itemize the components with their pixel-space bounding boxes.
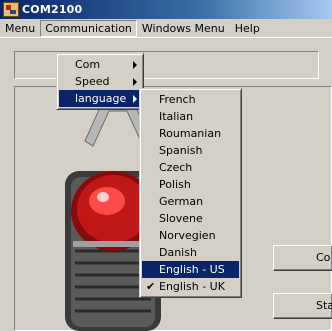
language-item-english-us[interactable]: English - US xyxy=(142,261,239,278)
language-item-spanish[interactable]: Spanish xyxy=(142,142,239,159)
title-bar[interactable]: COM2100 xyxy=(0,0,332,19)
app-icon xyxy=(3,2,19,17)
menu-communication[interactable]: Communication xyxy=(40,19,137,37)
menu-help[interactable]: Help xyxy=(230,20,265,37)
submenu-arrow-icon xyxy=(133,95,137,103)
language-menu: French Italian Roumanian Spanish Czech P… xyxy=(139,88,242,298)
menu-item-com[interactable]: Com xyxy=(59,56,141,73)
language-item-czech[interactable]: Czech xyxy=(142,159,239,176)
language-item-italian[interactable]: Italian xyxy=(142,108,239,125)
window-title: COM2100 xyxy=(22,3,83,16)
menu-menu[interactable]: Menu xyxy=(0,20,40,37)
language-item-english-uk[interactable]: ✔ English - UK xyxy=(142,278,239,295)
communication-menu: Com Speed language xyxy=(56,53,144,110)
menu-item-speed[interactable]: Speed xyxy=(59,73,141,90)
language-item-danish[interactable]: Danish xyxy=(142,244,239,261)
start-button[interactable]: Sta xyxy=(273,293,332,319)
language-item-slovene[interactable]: Slovene xyxy=(142,210,239,227)
language-item-polish[interactable]: Polish xyxy=(142,176,239,193)
menu-item-language[interactable]: language xyxy=(59,90,141,107)
language-item-norvegien[interactable]: Norvegien xyxy=(142,227,239,244)
submenu-arrow-icon xyxy=(133,78,137,86)
connect-button[interactable]: Co xyxy=(273,245,332,271)
language-item-german[interactable]: German xyxy=(142,193,239,210)
language-item-french[interactable]: French xyxy=(142,91,239,108)
checkmark-icon: ✔ xyxy=(146,280,156,293)
language-item-roumanian[interactable]: Roumanian xyxy=(142,125,239,142)
submenu-arrow-icon xyxy=(133,61,137,69)
menu-windows[interactable]: Windows Menu xyxy=(137,20,230,37)
menu-bar: Menu Communication Windows Menu Help xyxy=(0,19,332,38)
toolbar-area xyxy=(0,39,332,85)
